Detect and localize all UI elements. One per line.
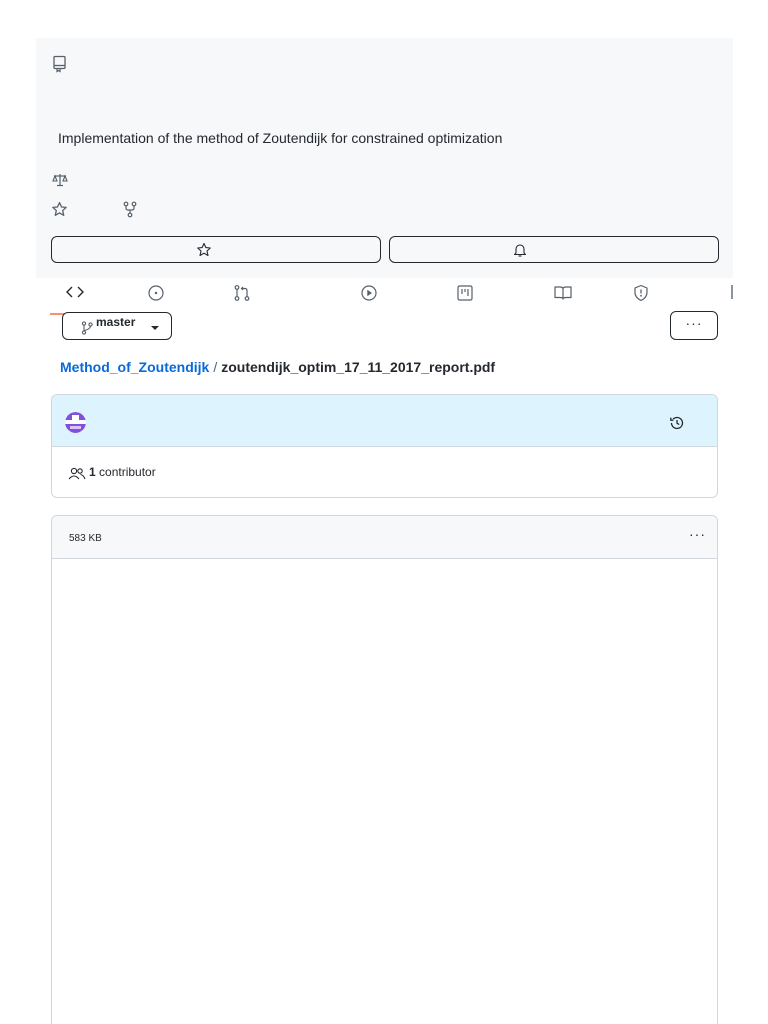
breadcrumb-separator: / — [213, 359, 218, 375]
avatar[interactable] — [65, 412, 86, 433]
breadcrumb-repo-link[interactable]: Method_of_Zoutendijk — [60, 359, 209, 375]
wiki-icon[interactable] — [553, 284, 575, 302]
issues-icon[interactable] — [147, 284, 169, 302]
repo-icon — [52, 55, 68, 73]
fork-icon[interactable] — [123, 201, 137, 218]
law-icon — [52, 173, 68, 187]
latest-commit-box: 1 contributor — [51, 394, 718, 498]
chevron-down-icon — [151, 326, 159, 330]
breadcrumb: Method_of_Zoutendijk / zoutendijk_optim_17… — [60, 359, 495, 375]
notifications-button[interactable] — [389, 236, 719, 263]
contributor-count: 1 — [89, 465, 96, 479]
projects-icon[interactable] — [456, 284, 478, 302]
security-icon[interactable] — [632, 284, 654, 302]
history-icon[interactable] — [669, 415, 685, 434]
branch-name: master — [96, 315, 136, 329]
actions-icon[interactable] — [360, 284, 382, 302]
commit-header — [52, 395, 717, 447]
breadcrumb-file-name: zoutendijk_optim_17_11_2017_report.pdf — [221, 359, 496, 375]
file-header: 583 KB ··· — [52, 516, 717, 559]
branch-select-button[interactable]: master — [62, 312, 172, 340]
star-icon[interactable] — [51, 201, 68, 218]
file-viewer: 583 KB ··· — [51, 515, 718, 1024]
git-branch-icon — [81, 321, 93, 335]
file-size: 583 KB — [69, 533, 102, 544]
pull-requests-icon[interactable] — [233, 284, 255, 302]
repo-header: Implementation of the method of Zoutendi… — [36, 38, 733, 315]
repo-description: Implementation of the method of Zoutendi… — [58, 130, 503, 146]
more-options-button[interactable]: ··· — [670, 311, 718, 340]
contributors-link[interactable]: 1 contributor — [68, 465, 156, 480]
tabs-overflow-edge — [731, 285, 733, 299]
code-icon[interactable] — [65, 284, 87, 302]
star-icon — [197, 242, 211, 257]
file-more-options[interactable]: ··· — [689, 526, 706, 542]
people-icon — [68, 467, 86, 480]
star-button[interactable] — [51, 236, 381, 263]
contributor-label: contributor — [99, 465, 156, 479]
bell-icon — [513, 244, 527, 257]
